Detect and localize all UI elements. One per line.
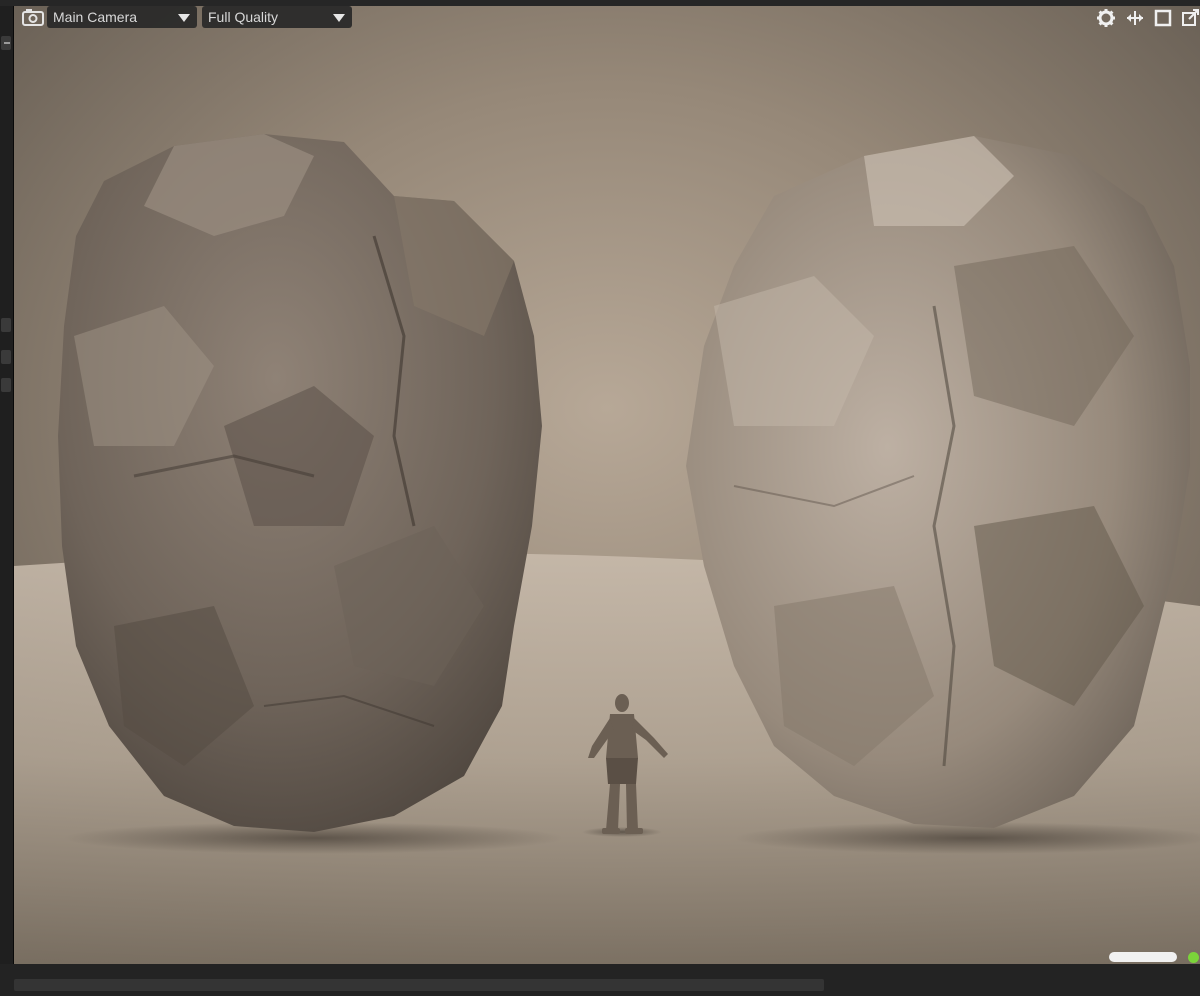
app-window: Main Camera Full Quality [0,0,1200,996]
character-shadow [582,827,662,837]
move-arrows-icon[interactable] [1125,8,1145,28]
left-boulder [58,134,542,832]
horizontal-scrollbar[interactable] [14,979,824,991]
3d-viewport[interactable]: Main Camera Full Quality [14,6,1200,964]
rail-button-top[interactable] [1,36,11,50]
left-side-rail[interactable] [0,6,14,964]
gear-icon[interactable] [1096,8,1116,28]
scene-render [14,6,1200,964]
quality-select[interactable]: Full Quality [202,6,352,28]
viewport-toolbar: Main Camera Full Quality [14,6,1200,34]
rail-button-mid[interactable] [1,318,11,332]
popout-icon[interactable] [1180,8,1200,28]
right-boulder-shadow [734,822,1200,854]
camera-select[interactable]: Main Camera [47,6,197,28]
rail-button-mid-2[interactable] [1,350,11,364]
maximize-icon[interactable] [1153,8,1173,28]
bottom-panel [0,964,1200,996]
quality-select-value: Full Quality [208,9,279,25]
render-status-indicator [1188,952,1199,963]
camera-icon[interactable] [22,8,44,28]
chevron-down-icon [333,14,345,22]
camera-select-value: Main Camera [53,9,138,25]
chevron-down-icon [178,14,190,22]
rail-button-mid-3[interactable] [1,378,11,392]
render-progress-pill [1109,952,1177,962]
